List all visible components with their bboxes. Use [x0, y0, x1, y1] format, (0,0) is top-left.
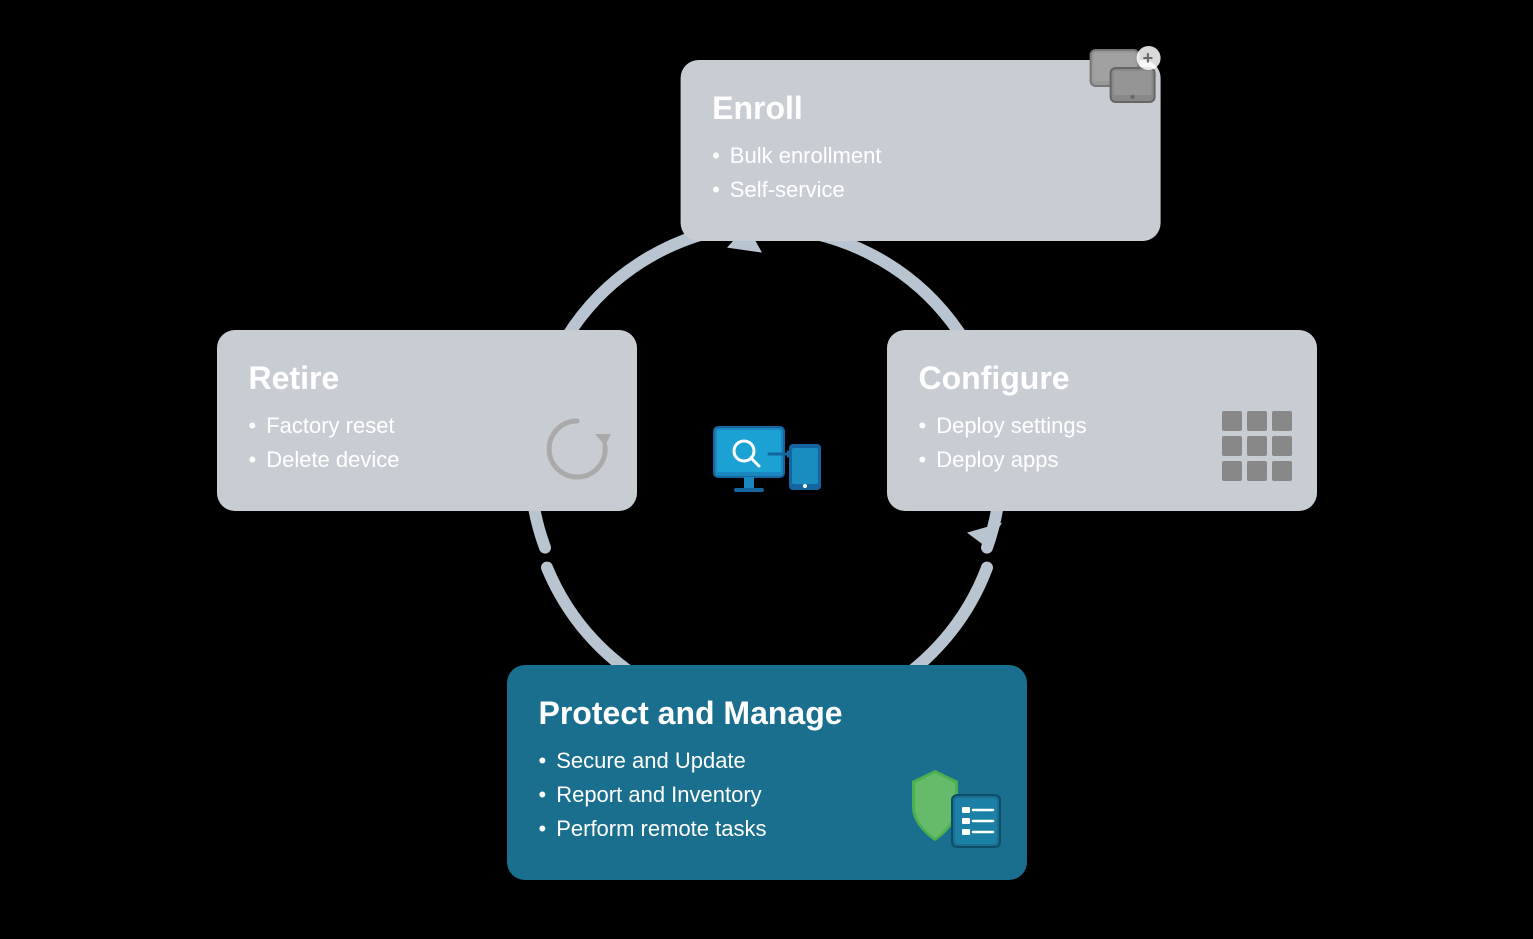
enroll-icon: +	[1080, 40, 1170, 125]
retire-title: Retire	[249, 360, 605, 397]
enroll-title: Enroll	[712, 90, 1128, 127]
retire-icon	[537, 406, 617, 491]
diagram-container: + Enroll Bulk enrollment Self-service Co…	[217, 40, 1317, 900]
card-configure: Configure Deploy settings Deploy apps	[887, 330, 1317, 511]
card-protect: Protect and Manage Secure and Update Rep…	[507, 665, 1027, 880]
enroll-list: Bulk enrollment Self-service	[712, 143, 1128, 203]
configure-title: Configure	[919, 360, 1285, 397]
center-icon	[709, 422, 809, 502]
card-enroll: + Enroll Bulk enrollment Self-service	[680, 60, 1160, 241]
configure-icon	[1217, 406, 1297, 491]
enroll-item-2: Self-service	[712, 177, 1128, 203]
protect-icon	[907, 765, 1007, 860]
protect-title: Protect and Manage	[539, 695, 995, 732]
svg-text:+: +	[1142, 48, 1153, 68]
card-retire: Retire Factory reset Delete device	[217, 330, 637, 511]
enroll-item-1: Bulk enrollment	[712, 143, 1128, 169]
